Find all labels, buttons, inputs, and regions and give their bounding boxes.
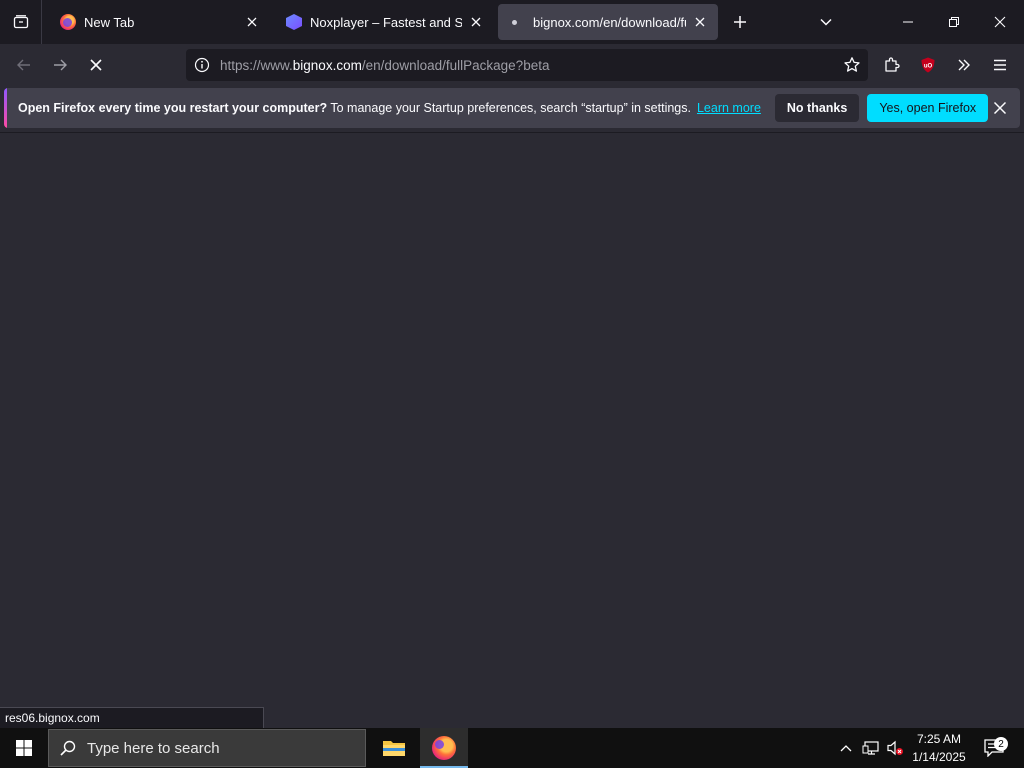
restore-button[interactable] [932,0,976,44]
windows-logo-icon [16,740,32,756]
restore-icon [949,17,959,27]
close-icon[interactable] [468,14,484,30]
notification-bold-text: Open Firefox every time you restart your… [18,101,328,115]
hamburger-menu-icon [994,59,1006,71]
no-thanks-button[interactable]: No thanks [774,94,860,122]
tab-new-tab[interactable]: New Tab [46,4,270,40]
chevron-double-right-icon [958,59,970,71]
chevron-up-icon [840,745,852,752]
plus-icon [734,16,746,28]
network-tray-button[interactable] [860,728,882,768]
search-icon [49,739,87,757]
arrow-right-icon [54,59,67,71]
ublock-shield-icon: uO [921,57,935,73]
firefox-icon [432,736,456,760]
noxplayer-icon [286,14,302,30]
ublock-origin-button[interactable]: uO [912,49,944,81]
file-explorer-taskbar-button[interactable] [370,728,418,768]
new-tab-button[interactable] [718,0,762,44]
page-content [0,132,1024,728]
tab-overview-button[interactable] [0,0,42,44]
site-info-icon[interactable] [186,57,218,73]
extensions-button[interactable] [876,49,908,81]
tab-title: Noxplayer – Fastest and Smoot [310,14,462,30]
folder-icon [383,741,405,756]
notification-count-badge: 2 [994,737,1008,751]
minimize-icon [903,21,913,23]
url-text[interactable]: https://www.bignox.com/en/download/fullP… [220,58,549,73]
search-placeholder: Type here to search [87,739,220,757]
minimize-button[interactable] [886,0,930,44]
chevron-down-icon [820,18,832,26]
application-menu-button[interactable] [984,49,1016,81]
taskbar-search-box[interactable]: Type here to search [48,729,366,767]
forward-button[interactable] [44,49,76,81]
close-icon[interactable] [244,14,260,30]
notification-text: To manage your Startup preferences, sear… [327,101,691,115]
tab-list-icon [13,15,28,29]
close-icon [994,16,1006,28]
list-all-tabs-button[interactable] [804,0,848,44]
stop-icon [90,59,102,71]
clock-time: 7:25 AM [916,732,962,746]
puzzle-piece-icon [885,57,900,72]
start-button[interactable] [0,728,48,768]
back-button[interactable] [8,49,40,81]
notification-message: Open Firefox every time you restart your… [18,101,691,115]
svg-text:uO: uO [924,64,933,70]
url-path: /en/download/fullPackage?beta [361,57,550,73]
url-host: bignox.com [292,57,362,73]
firefox-icon [60,14,76,30]
close-window-button[interactable] [978,0,1022,44]
tab-title: bignox.com/en/download/fullI [533,14,686,30]
tab-bignox-download[interactable]: bignox.com/en/download/fullI [498,4,718,40]
windows-taskbar: Type here to search 7:25 AM 1/14/2025 2 [0,728,1024,768]
tab-title: New Tab [84,14,135,30]
volume-muted-icon [887,740,903,756]
navigation-toolbar: https://www.bignox.com/en/download/fullP… [0,44,1024,86]
status-panel: res06.bignox.com [0,707,264,728]
startup-notification-bar: Open Firefox every time you restart your… [4,88,1020,128]
firefox-taskbar-button[interactable] [420,728,468,768]
loading-dot-icon [512,19,517,25]
stop-loading-button[interactable] [80,49,112,81]
yes-open-firefox-button[interactable]: Yes, open Firefox [867,94,989,122]
url-prefix: https://www. [220,57,293,73]
tab-noxplayer[interactable]: Noxplayer – Fastest and Smoot [272,4,494,40]
tab-strip: New Tab Noxplayer – Fastest and Smoot bi… [0,0,1024,44]
address-bar[interactable]: https://www.bignox.com/en/download/fullP… [186,49,868,81]
volume-tray-button[interactable] [884,728,906,768]
more-tools-button[interactable] [948,49,980,81]
action-center-button[interactable]: 2 [978,728,1010,768]
system-clock[interactable]: 7:25 AM 1/14/2025 [904,730,974,766]
show-hidden-icons-button[interactable] [836,728,856,768]
learn-more-link[interactable]: Learn more [697,101,761,115]
close-icon[interactable] [692,14,708,30]
close-icon [993,101,1007,115]
bookmark-star-icon[interactable] [840,53,864,77]
arrow-left-icon [17,59,30,71]
network-icon [862,741,879,755]
clock-date: 1/14/2025 [912,750,966,764]
close-notification-button[interactable] [990,98,1010,118]
action-center: 2 [984,737,1008,757]
